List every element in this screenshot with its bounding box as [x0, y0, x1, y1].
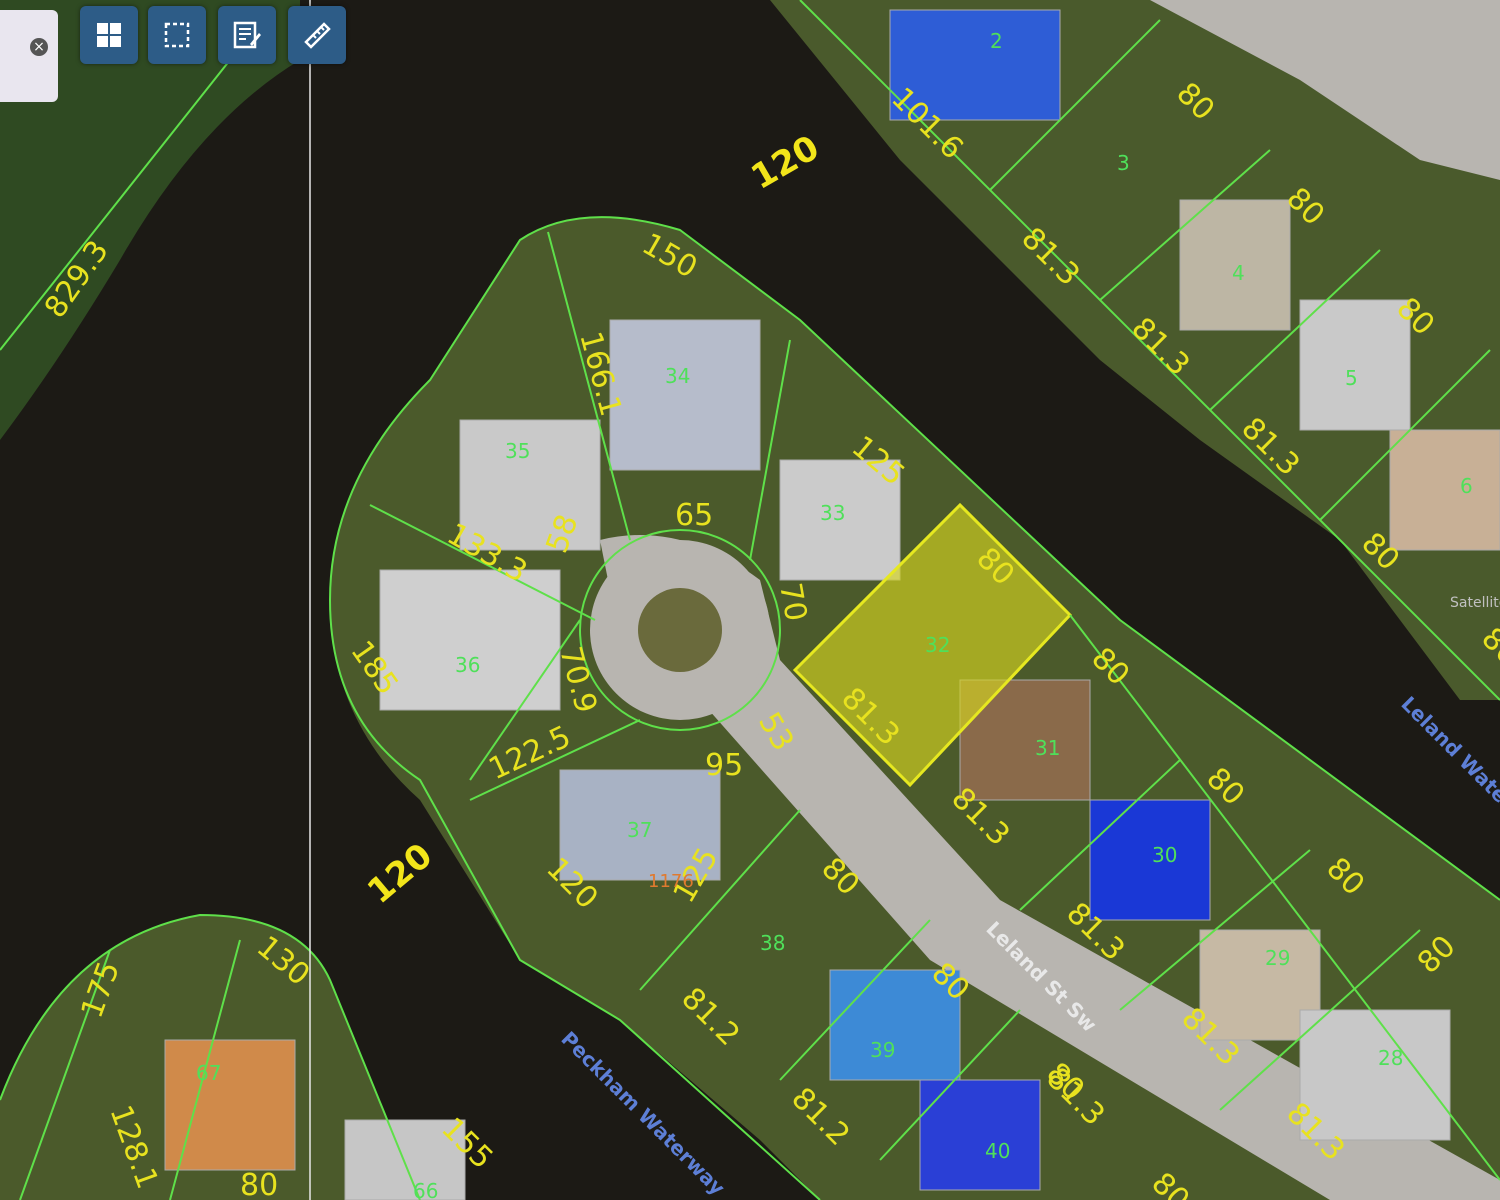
- ruler-button[interactable]: [288, 6, 346, 64]
- lot-number: 36: [455, 653, 480, 677]
- map-toolbar: ×: [0, 0, 360, 110]
- lot-number: 6: [1460, 474, 1473, 498]
- dimension-label: 80: [240, 1168, 278, 1200]
- search-input[interactable]: ×: [0, 10, 58, 102]
- house-67: [164, 1039, 296, 1171]
- parcel-map[interactable]: 829.3 120 150 166.1 125 133.3 65 58 70 8…: [0, 0, 1500, 1200]
- ruler-icon: [304, 22, 331, 49]
- edit-note-button[interactable]: [218, 6, 276, 64]
- house-30: [1089, 799, 1211, 921]
- satellite-map[interactable]: 829.3 120 150 166.1 125 133.3 65 58 70 8…: [0, 0, 1500, 1200]
- select-box-icon: [164, 22, 190, 48]
- lot-number: 31: [1035, 736, 1060, 760]
- lot-number: 38: [760, 931, 785, 955]
- lot-number: 29: [1265, 946, 1290, 970]
- edit-note-icon: [233, 21, 261, 49]
- lot-number: 35: [505, 439, 530, 463]
- dimension-label: 95: [705, 748, 743, 783]
- cul-de-sac-island: [638, 588, 722, 672]
- lot-number: 37: [627, 818, 652, 842]
- lot-number: 28: [1378, 1046, 1403, 1070]
- lot-number: 2: [990, 29, 1003, 53]
- grid-button[interactable]: [80, 6, 138, 64]
- dimension-label: 65: [675, 498, 713, 533]
- lot-number: 33: [820, 501, 845, 525]
- dimension-label: 70: [772, 580, 813, 624]
- lot-number: 30: [1152, 843, 1177, 867]
- lot-number: 39: [870, 1038, 895, 1062]
- lot-number: 5: [1345, 366, 1358, 390]
- lot-number: 3: [1117, 151, 1130, 175]
- lot-number: 67: [196, 1061, 221, 1085]
- close-icon[interactable]: ×: [30, 38, 48, 56]
- lot-number: 32: [925, 633, 950, 657]
- lot-number: 4: [1232, 261, 1245, 285]
- house-6: [1389, 429, 1500, 551]
- copyright-label: Satellite: [1450, 595, 1500, 611]
- grid-icon: [97, 23, 121, 47]
- lot-number: 34: [665, 364, 690, 388]
- address-number: 1176: [648, 871, 694, 892]
- lot-number: 66: [413, 1179, 438, 1200]
- house-34: [609, 319, 761, 471]
- lot-number: 40: [985, 1139, 1010, 1163]
- select-box-button[interactable]: [148, 6, 206, 64]
